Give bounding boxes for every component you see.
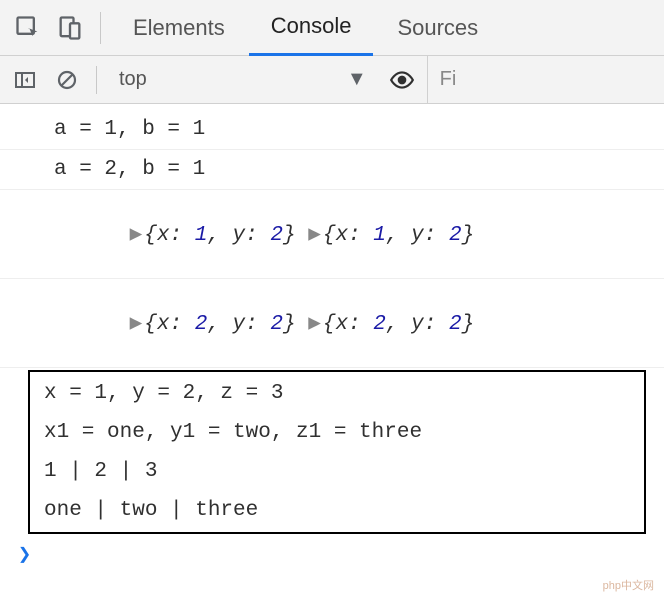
expand-triangle-icon[interactable]: ▶	[130, 310, 143, 336]
log-line[interactable]: a = 1, b = 1	[0, 110, 664, 150]
tab-elements[interactable]: Elements	[111, 0, 247, 56]
log-line[interactable]: one | two | three	[30, 491, 644, 530]
expand-triangle-icon[interactable]: ▶	[308, 221, 321, 247]
separator	[100, 12, 101, 44]
log-line-object[interactable]: ▶{x: 2, y: 2} ▶{x: 2, y: 2}	[0, 279, 664, 368]
log-line[interactable]: 1 | 2 | 3	[30, 452, 644, 491]
log-line-object[interactable]: ▶{x: 1, y: 2} ▶{x: 1, y: 2}	[0, 190, 664, 279]
devtools-tabbar: Elements Console Sources	[0, 0, 664, 56]
context-label: top	[119, 68, 147, 91]
console-sidebar-toggle-icon[interactable]	[8, 63, 42, 97]
highlighted-log-group: x = 1, y = 2, z = 3 x1 = one, y1 = two, …	[28, 370, 646, 534]
dropdown-triangle-icon: ▼	[347, 68, 367, 91]
expand-triangle-icon[interactable]: ▶	[130, 221, 143, 247]
execution-context-select[interactable]: top ▼	[109, 56, 377, 104]
clear-console-icon[interactable]	[50, 63, 84, 97]
filter-placeholder: Fi	[440, 68, 457, 91]
tab-sources[interactable]: Sources	[375, 0, 500, 56]
separator	[96, 66, 97, 94]
live-expression-eye-icon[interactable]	[385, 63, 419, 97]
device-toolbar-icon[interactable]	[50, 8, 90, 48]
devtools-panel: Elements Console Sources top ▼	[0, 0, 664, 599]
watermark: php中文网	[603, 577, 654, 593]
prompt-chevron-icon: ❯	[18, 542, 31, 567]
expand-triangle-icon[interactable]: ▶	[308, 310, 321, 336]
console-output: a = 1, b = 1 a = 2, b = 1 ▶{x: 1, y: 2} …	[0, 104, 664, 599]
console-prompt[interactable]: ❯	[0, 536, 664, 573]
log-line[interactable]: x1 = one, y1 = two, z1 = three	[30, 413, 644, 452]
console-filter-input[interactable]: Fi	[427, 56, 664, 104]
console-toolbar: top ▼ Fi	[0, 56, 664, 104]
inspect-element-icon[interactable]	[8, 8, 48, 48]
log-line[interactable]: a = 2, b = 1	[0, 150, 664, 190]
tab-console[interactable]: Console	[249, 0, 374, 56]
log-line[interactable]: x = 1, y = 2, z = 3	[30, 374, 644, 413]
